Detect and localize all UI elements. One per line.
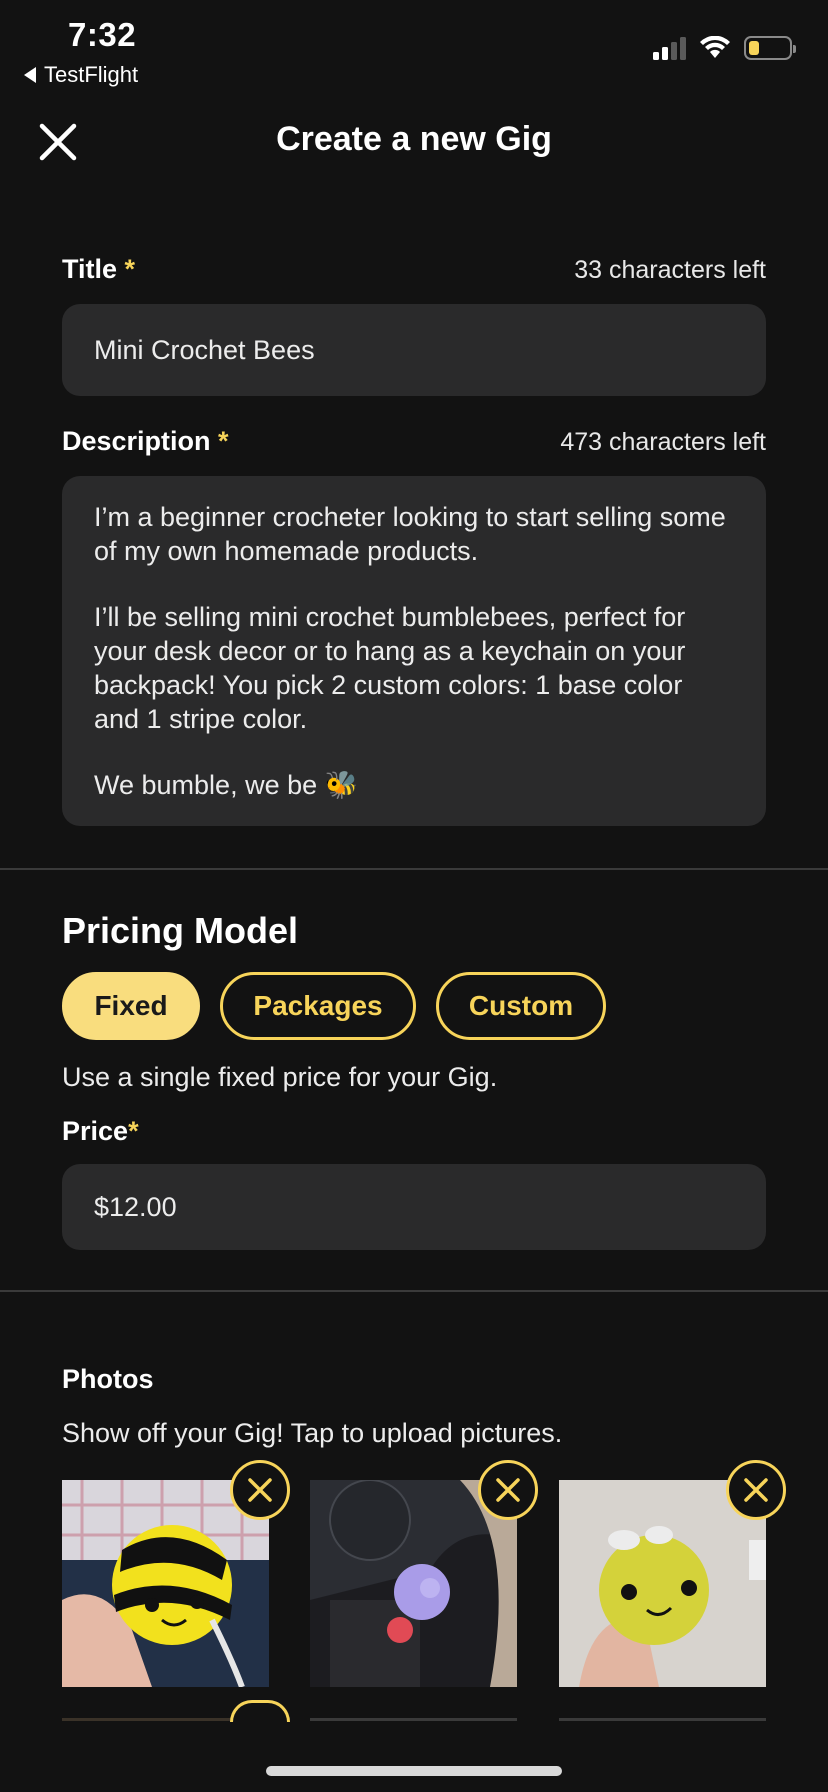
photo-thumbnail[interactable] bbox=[559, 1718, 766, 1721]
title-field-header: Title * 33 characters left bbox=[62, 254, 766, 290]
description-label: Description * bbox=[62, 426, 229, 456]
close-icon bbox=[496, 1478, 520, 1502]
wifi-icon bbox=[700, 36, 730, 58]
description-paragraph: We bumble, we be 🐝 bbox=[94, 770, 359, 800]
status-time: 7:32 bbox=[68, 16, 137, 53]
description-paragraph: I’m a beginner crocheter looking to star… bbox=[94, 502, 734, 566]
description-field-header: Description * 473 characters left bbox=[62, 426, 766, 462]
remove-photo-button[interactable] bbox=[230, 1700, 290, 1722]
description-paragraph: I’ll be selling mini crochet bumblebees,… bbox=[94, 602, 693, 734]
description-char-counter: 473 characters left bbox=[560, 428, 766, 456]
section-divider bbox=[0, 868, 828, 870]
close-icon bbox=[744, 1478, 768, 1502]
pricing-options: Fixed Packages Custom bbox=[62, 972, 766, 1040]
back-to-app-link[interactable]: TestFlight bbox=[24, 62, 138, 88]
back-app-label: TestFlight bbox=[44, 62, 139, 87]
price-input-value: $12.00 bbox=[94, 1191, 177, 1222]
title-input[interactable]: Mini Crochet Bees bbox=[62, 304, 766, 396]
photos-helper-text: Show off your Gig! Tap to upload picture… bbox=[62, 1418, 563, 1448]
page-title: Create a new Gig bbox=[276, 120, 552, 158]
description-input[interactable]: I’m a beginner crocheter looking to star… bbox=[62, 476, 766, 826]
close-icon bbox=[248, 1478, 272, 1502]
back-arrow-icon bbox=[24, 67, 36, 83]
title-char-counter: 33 characters left bbox=[574, 256, 766, 284]
pricing-option-packages[interactable]: Packages bbox=[220, 972, 416, 1040]
section-divider bbox=[0, 1290, 828, 1292]
remove-photo-button[interactable] bbox=[230, 1460, 290, 1520]
status-indicators bbox=[653, 36, 796, 60]
cellular-signal-icon bbox=[653, 36, 686, 60]
title-label: Title * bbox=[62, 254, 136, 284]
photo-grid bbox=[62, 1460, 786, 1720]
title-input-value: Mini Crochet Bees bbox=[94, 334, 315, 365]
pricing-option-custom[interactable]: Custom bbox=[436, 972, 606, 1040]
remove-photo-button[interactable] bbox=[478, 1460, 538, 1520]
home-indicator[interactable] bbox=[266, 1766, 562, 1776]
remove-photo-button[interactable] bbox=[726, 1460, 786, 1520]
photos-title: Photos bbox=[62, 1364, 154, 1394]
price-input[interactable]: $12.00 bbox=[62, 1164, 766, 1250]
price-label: Price* bbox=[62, 1116, 139, 1146]
pricing-model-title: Pricing Model bbox=[62, 910, 299, 951]
photo-thumbnail[interactable] bbox=[310, 1718, 517, 1721]
pricing-option-fixed[interactable]: Fixed bbox=[62, 972, 200, 1040]
pricing-helper-text: Use a single fixed price for your Gig. bbox=[62, 1062, 498, 1092]
battery-icon bbox=[744, 36, 796, 60]
